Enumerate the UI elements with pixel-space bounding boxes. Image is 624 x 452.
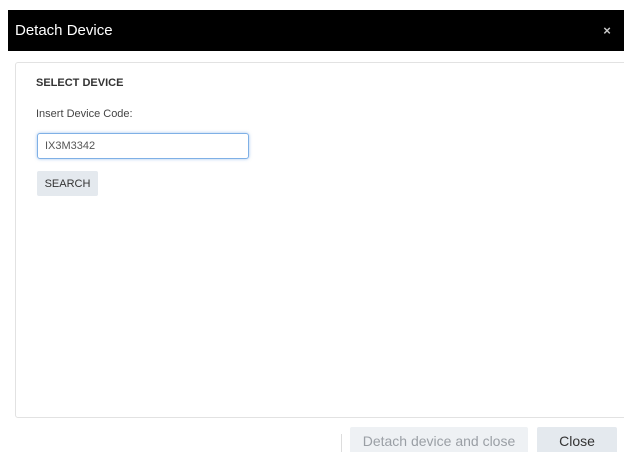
detach-device-and-close-button[interactable]: Detach device and close bbox=[350, 427, 528, 452]
close-icon[interactable]: × bbox=[601, 24, 613, 38]
close-button[interactable]: Close bbox=[537, 427, 617, 452]
dialog-title: Detach Device bbox=[15, 22, 113, 39]
select-device-panel: SELECT DEVICE Insert Device Code: SEARCH bbox=[15, 62, 624, 418]
detach-device-dialog: Detach Device × SELECT DEVICE Insert Dev… bbox=[0, 0, 624, 452]
search-button[interactable]: SEARCH bbox=[37, 171, 98, 196]
dialog-titlebar: Detach Device × bbox=[8, 10, 624, 51]
footer-divider bbox=[341, 434, 342, 452]
device-code-label: Insert Device Code: bbox=[36, 108, 133, 120]
device-code-input[interactable] bbox=[37, 133, 249, 159]
section-title: SELECT DEVICE bbox=[36, 77, 124, 89]
